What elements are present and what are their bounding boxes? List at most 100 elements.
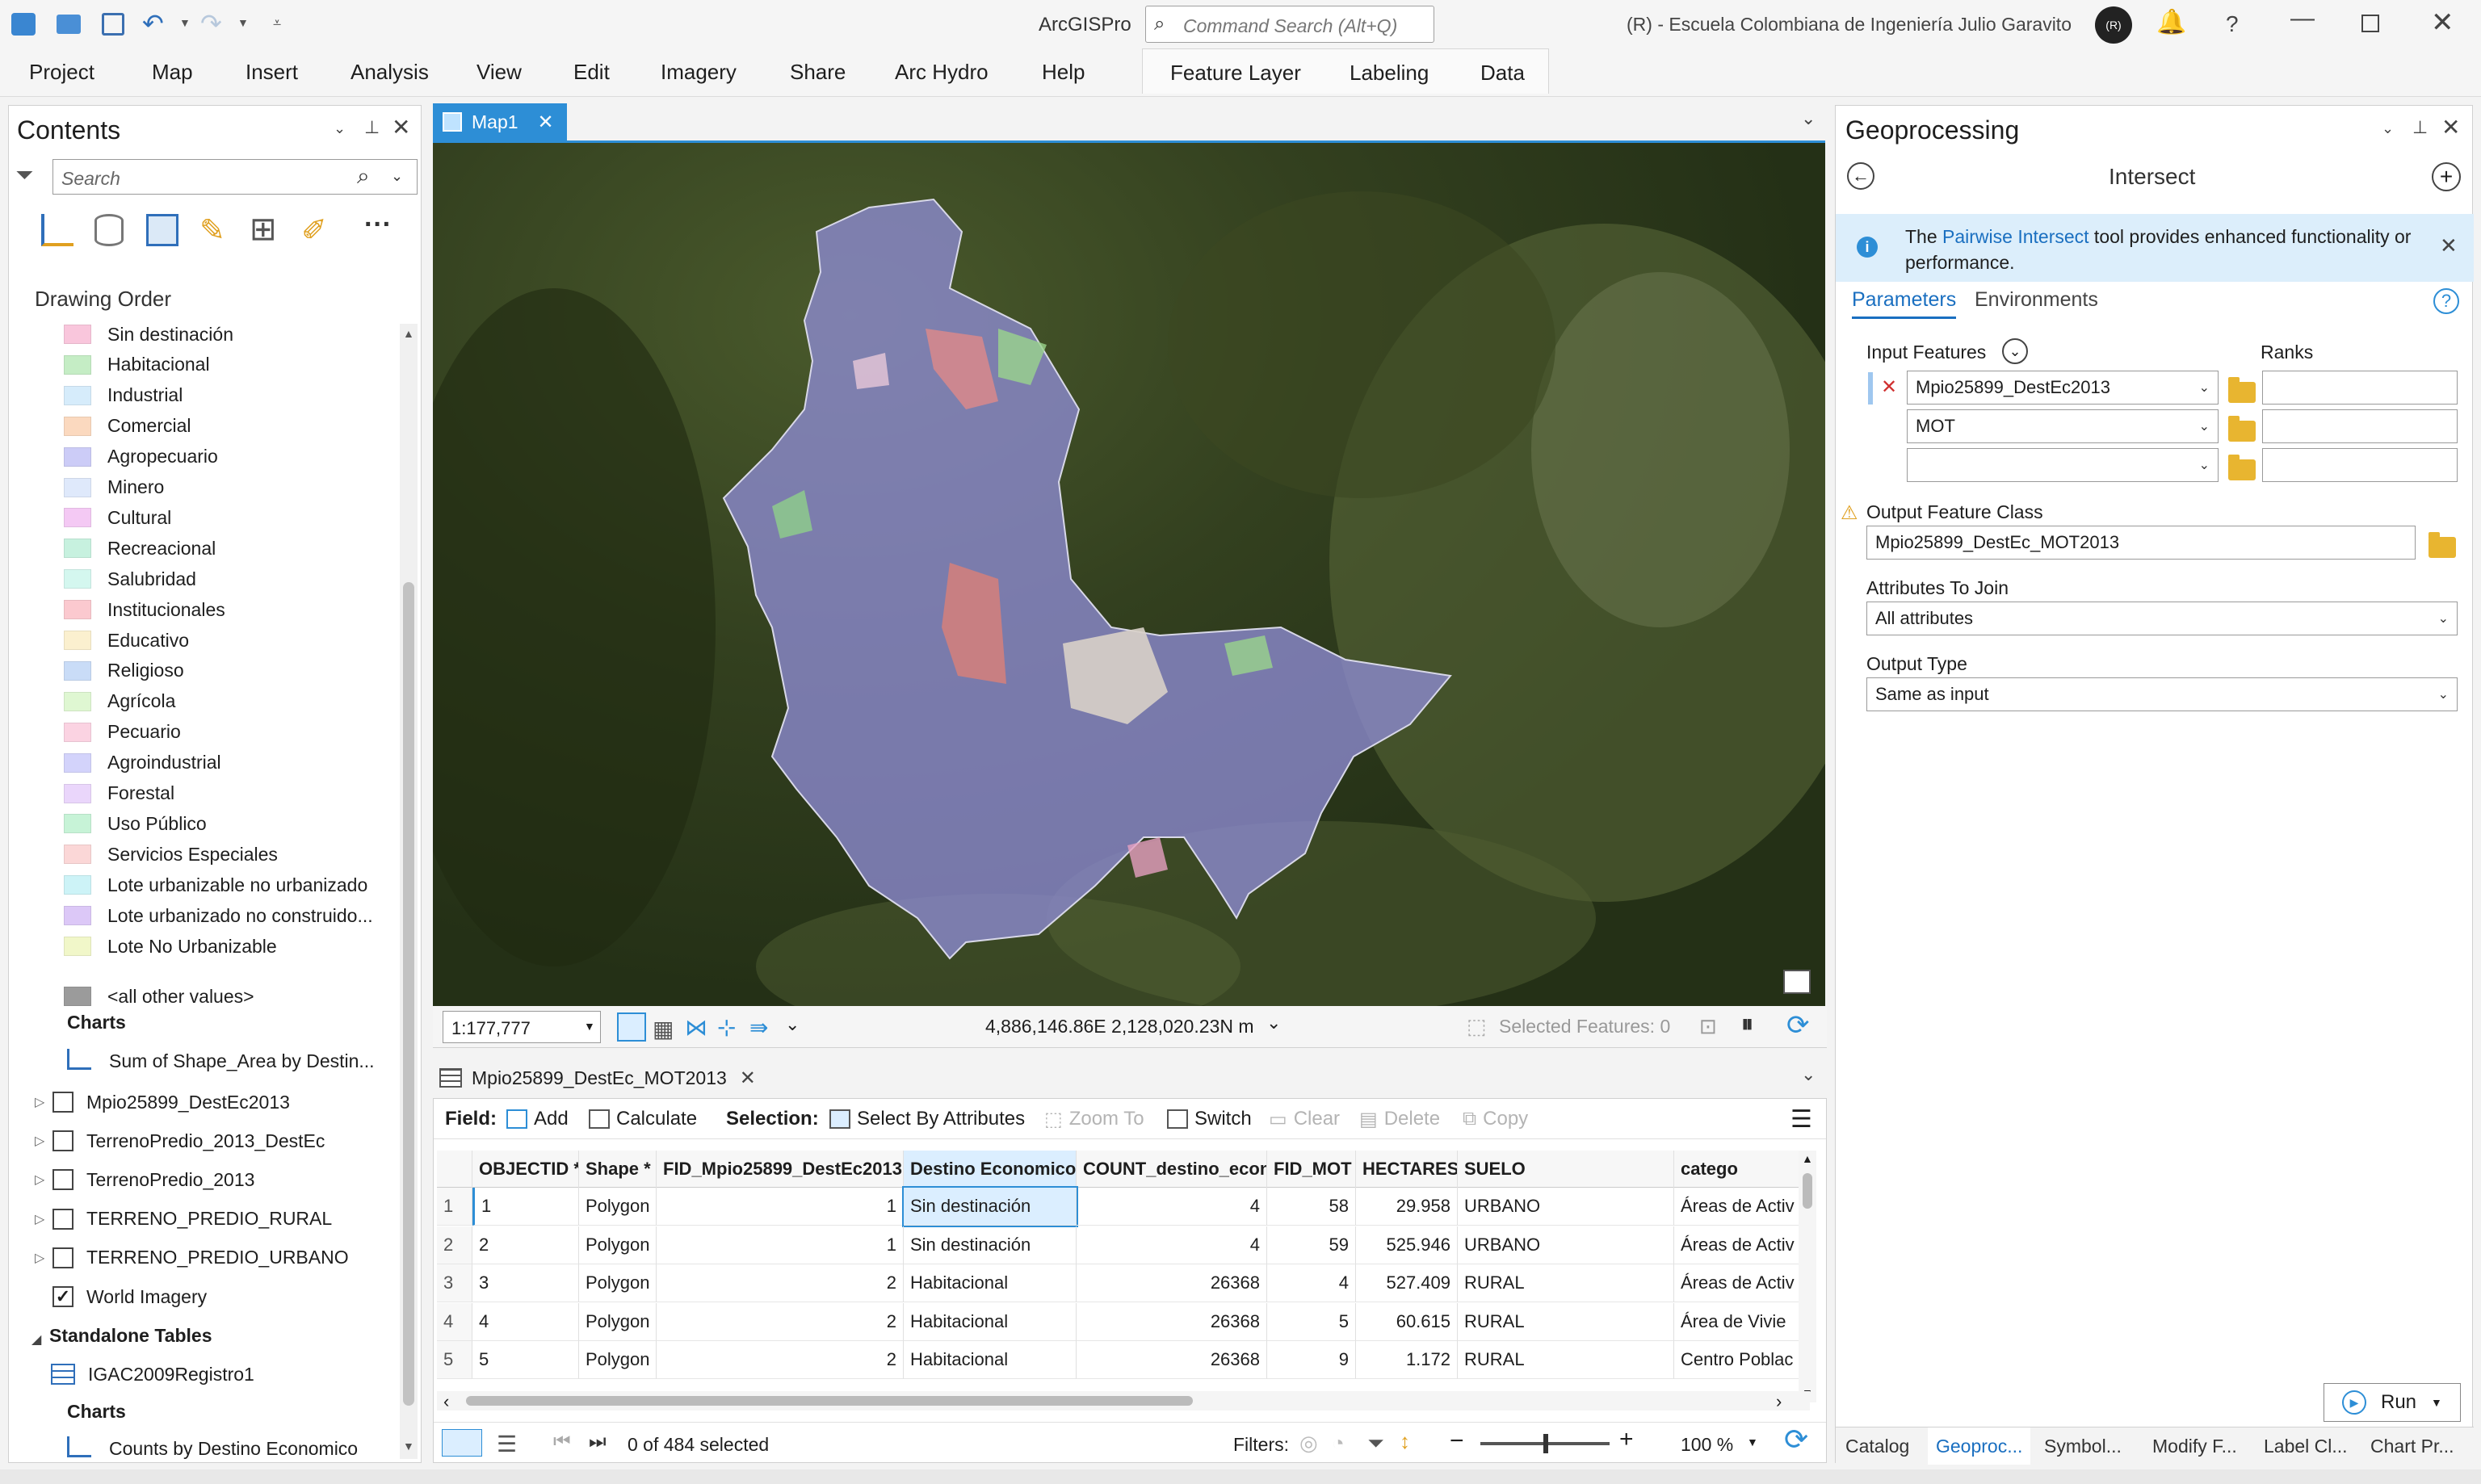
column-header[interactable]: FID_Mpio25899_DestEc2013 bbox=[657, 1151, 904, 1188]
layer-item[interactable]: ▷ TERRENO_PREDIO_URBANO bbox=[35, 1240, 349, 1276]
pin-icon[interactable]: ⊥ bbox=[2412, 117, 2428, 138]
browse-folder-icon[interactable] bbox=[2228, 416, 2256, 442]
collapse-arrow-icon[interactable]: ◢ bbox=[31, 1331, 41, 1348]
legend-swatch[interactable] bbox=[64, 845, 91, 865]
legend-item[interactable]: Agroindustrial bbox=[64, 748, 221, 778]
table-cell[interactable]: 26368 bbox=[1077, 1341, 1267, 1379]
legend-swatch[interactable] bbox=[64, 508, 91, 528]
legend-item[interactable]: Agrícola bbox=[64, 686, 175, 717]
tab-chart-properties[interactable]: Chart Pr... bbox=[2370, 1427, 2454, 1465]
chevron-down-icon[interactable]: ⌄ bbox=[1801, 1064, 1816, 1085]
legend-item[interactable]: Sin destinación bbox=[64, 319, 233, 350]
legend-swatch[interactable] bbox=[64, 600, 91, 620]
list-by-drawing-order-icon[interactable] bbox=[41, 214, 73, 246]
table-cell[interactable]: 5 bbox=[1267, 1302, 1356, 1341]
legend-item[interactable]: Minero bbox=[64, 472, 164, 503]
legend-item[interactable]: Industrial bbox=[64, 380, 183, 411]
grid-icon[interactable]: ▦ bbox=[653, 1016, 674, 1042]
table-row[interactable]: 2 2 Polygon 1 Sin destinación 4 59 525.946 URBAN… bbox=[437, 1226, 1813, 1264]
ribbon-tab-map[interactable]: Map bbox=[152, 60, 193, 85]
column-header[interactable]: Destino Economico bbox=[904, 1151, 1077, 1188]
legend-item[interactable]: Servicios Especiales bbox=[64, 839, 278, 870]
rank-field-3[interactable] bbox=[2262, 448, 2458, 482]
table-cell[interactable]: RURAL bbox=[1458, 1302, 1674, 1341]
legend-swatch[interactable] bbox=[64, 987, 91, 1006]
ribbon-tab-view[interactable]: View bbox=[476, 60, 522, 85]
select-by-attributes-button[interactable]: Select By Attributes bbox=[829, 1099, 1025, 1139]
ribbon-tab-help[interactable]: Help bbox=[1042, 60, 1085, 85]
table-cell[interactable]: Polygon bbox=[579, 1264, 657, 1302]
table-cell[interactable]: 9 bbox=[1267, 1341, 1356, 1379]
table-cell[interactable]: Polygon bbox=[579, 1341, 657, 1379]
ribbon-tab-data[interactable]: Data bbox=[1480, 61, 1525, 86]
legend-item[interactable]: Lote No Urbanizable bbox=[64, 931, 277, 962]
refresh-icon[interactable]: ⟳ bbox=[1786, 1009, 1810, 1042]
correction-icon[interactable]: ⇛ bbox=[749, 1014, 768, 1041]
row-number[interactable]: 2 bbox=[437, 1226, 472, 1264]
list-by-selection-icon[interactable] bbox=[146, 214, 178, 246]
zoom-out-icon[interactable]: − bbox=[1450, 1427, 1464, 1455]
chevron-down-icon[interactable]: ⌄ bbox=[785, 1014, 800, 1035]
scroll-down-icon[interactable]: ▼ bbox=[403, 1440, 414, 1453]
open-icon[interactable] bbox=[57, 15, 81, 34]
table-vertical-scrollbar[interactable]: ▲ ▼ bbox=[1799, 1151, 1816, 1402]
ribbon-tab-edit[interactable]: Edit bbox=[573, 60, 610, 85]
zoom-level[interactable]: 100 % bbox=[1681, 1434, 1733, 1456]
legend-item[interactable]: <all other values> bbox=[64, 981, 254, 1012]
ribbon-tab-project[interactable]: Project bbox=[29, 60, 94, 85]
legend-swatch[interactable] bbox=[64, 569, 91, 589]
column-header[interactable]: FID_MOT bbox=[1267, 1151, 1356, 1188]
pane-options-icon[interactable]: ⌄ bbox=[2382, 120, 2394, 137]
table-cell[interactable]: Áreas de Activ bbox=[1674, 1226, 1803, 1264]
chevron-down-icon[interactable]: ▼ bbox=[2431, 1396, 2442, 1409]
refresh-icon[interactable]: ⟳ bbox=[1784, 1423, 1808, 1457]
filter-extent-icon[interactable]: ◎ bbox=[1299, 1431, 1318, 1456]
legend-swatch[interactable] bbox=[64, 906, 91, 926]
row-number[interactable]: 5 bbox=[437, 1341, 472, 1379]
ribbon-tab-labeling[interactable]: Labeling bbox=[1350, 61, 1429, 86]
search-icon[interactable]: ⌕ bbox=[357, 163, 370, 190]
filter-query-icon[interactable]: ⏷ bbox=[1367, 1431, 1384, 1457]
expand-icon[interactable]: ⌄ bbox=[2002, 338, 2028, 364]
legend-item[interactable]: Salubridad bbox=[64, 564, 196, 594]
table-cell[interactable]: 4 bbox=[472, 1302, 579, 1341]
output-feature-class-field[interactable]: Mpio25899_DestEc_MOT2013 bbox=[1866, 526, 2416, 560]
constraint-icon[interactable]: ⊹ bbox=[717, 1014, 736, 1041]
legend-item[interactable]: Religioso bbox=[64, 656, 184, 686]
table-cell[interactable]: 59 bbox=[1267, 1226, 1356, 1264]
notification-bell-icon[interactable]: 🔔 bbox=[2156, 8, 2186, 36]
tab-label-class[interactable]: Label Cl... bbox=[2264, 1427, 2348, 1465]
legend-swatch[interactable] bbox=[64, 539, 91, 559]
standalone-table-item[interactable]: IGAC2009Registro1 bbox=[88, 1364, 254, 1385]
table-cell[interactable]: 1 bbox=[657, 1226, 904, 1264]
restore-icon[interactable] bbox=[2361, 15, 2379, 32]
ribbon-tab-imagery[interactable]: Imagery bbox=[661, 60, 737, 85]
table-cell[interactable]: 525.946 bbox=[1356, 1226, 1458, 1264]
vertical-scrollbar[interactable]: ▲ ▼ bbox=[400, 324, 418, 1459]
chevron-down-icon[interactable]: ⌄ bbox=[391, 168, 403, 185]
expand-arrow-icon[interactable]: ▷ bbox=[35, 1094, 46, 1110]
selected-features-icon[interactable]: ⬚ bbox=[1467, 1014, 1487, 1039]
legend-swatch[interactable] bbox=[64, 477, 91, 497]
legend-item[interactable]: Lote urbanizable no urbanizado bbox=[64, 870, 367, 900]
back-icon[interactable]: ← bbox=[1847, 162, 1874, 190]
list-by-snapping-icon[interactable]: ⊞ bbox=[250, 211, 277, 248]
scroll-thumb[interactable] bbox=[1803, 1173, 1812, 1209]
browse-folder-icon[interactable] bbox=[2429, 532, 2456, 558]
chevron-down-icon[interactable]: ▼ bbox=[1747, 1436, 1758, 1448]
pin-icon[interactable]: ⊥ bbox=[364, 117, 380, 138]
column-header[interactable]: OBJECTID * bbox=[472, 1151, 579, 1188]
scale-selector[interactable]: 1:177,777 ▼ bbox=[443, 1011, 601, 1043]
last-record-icon[interactable]: ⏭ bbox=[589, 1431, 607, 1453]
input-features-field-1[interactable]: Mpio25899_DestEc2013 ⌄ bbox=[1907, 371, 2219, 405]
minimize-icon[interactable]: — bbox=[2290, 5, 2315, 32]
table-cell[interactable]: 1 bbox=[472, 1188, 579, 1226]
legend-item[interactable]: Pecuario bbox=[64, 717, 181, 748]
table-horizontal-scrollbar[interactable]: ‹ › bbox=[437, 1391, 1810, 1411]
selected-features-count[interactable]: Selected Features: 0 bbox=[1499, 1016, 1670, 1038]
expand-arrow-icon[interactable]: ▷ bbox=[35, 1133, 46, 1149]
table-cell[interactable]: 2 bbox=[657, 1341, 904, 1379]
table-row[interactable]: 5 5 Polygon 2 Habitacional 26368 9 1.172 RURAL Ce… bbox=[437, 1341, 1813, 1379]
layer-item[interactable]: ▷ Mpio25899_DestEc2013 bbox=[35, 1084, 290, 1120]
table-cell[interactable]: Áreas de Activ bbox=[1674, 1188, 1803, 1226]
